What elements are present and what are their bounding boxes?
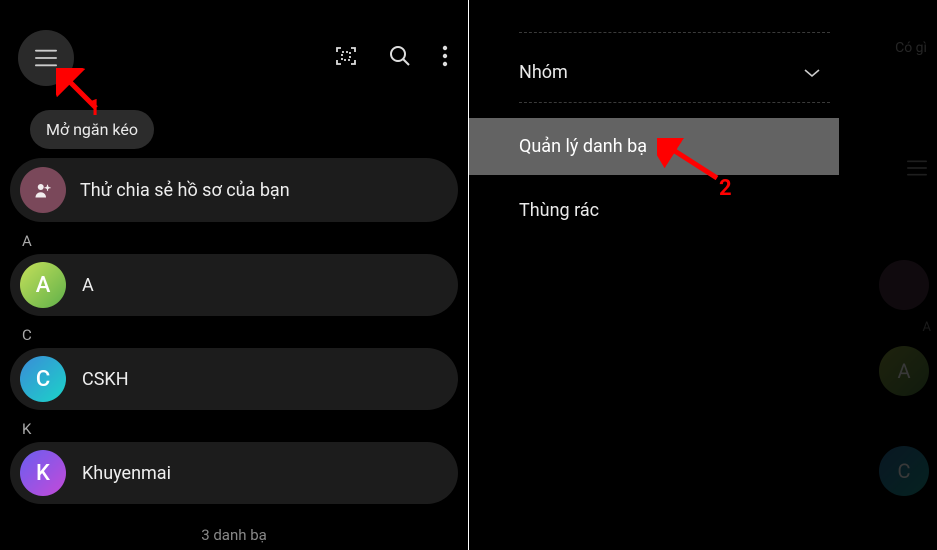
drawer-item-trash[interactable]: Thùng rác (469, 182, 839, 239)
bg-header-fragment: Có gì (839, 0, 937, 56)
search-icon (388, 44, 412, 68)
divider-dashed (519, 102, 830, 103)
bg-section-a: A (923, 320, 931, 335)
contact-avatar: K (20, 450, 66, 496)
profile-avatar-icon (20, 167, 66, 213)
drawer-label: Quản lý danh bạ (519, 136, 647, 157)
contact-name: A (82, 275, 94, 296)
bg-avatar-a: A (879, 346, 929, 396)
qr-icon (334, 44, 358, 68)
contact-name: CSKH (82, 369, 129, 390)
contact-row-k[interactable]: K Khuyenmai (10, 442, 458, 504)
background-screen-dimmed: Có gì A A C (839, 0, 937, 550)
drawer-label: Nhóm (519, 62, 568, 83)
contact-avatar: C (20, 356, 66, 402)
annotation-label-1: 1 (88, 96, 101, 121)
share-profile-label: Thử chia sẻ hồ sơ của bạn (80, 180, 290, 201)
drawer-screen: Có gì A A C Nhóm Quản lý danh bạ Thùng r… (469, 0, 937, 550)
contact-row-a[interactable]: A A (10, 254, 458, 316)
contact-count: 3 danh bạ (0, 526, 468, 544)
top-bar (0, 0, 468, 100)
divider-dashed (519, 32, 830, 33)
search-button[interactable] (388, 44, 412, 68)
drawer-label: Thùng rác (519, 200, 599, 221)
contact-row-c[interactable]: C CSKH (10, 348, 458, 410)
drawer-item-manage-contacts[interactable]: Quản lý danh bạ (469, 118, 839, 175)
more-icon (442, 45, 448, 67)
chevron-down-icon (804, 68, 820, 78)
hamburger-icon (35, 49, 57, 67)
more-button[interactable] (442, 45, 448, 67)
contacts-screen: Mở ngăn kéo 1 Thử chia sẻ hồ sơ của bạn … (0, 0, 468, 550)
annotation-label-2: 2 (719, 176, 732, 201)
section-header-a: A (22, 232, 32, 250)
drawer-item-groups[interactable]: Nhóm (519, 44, 830, 101)
share-profile-row[interactable]: Thử chia sẻ hồ sơ của bạn (10, 158, 458, 222)
contact-name: Khuyenmai (82, 463, 171, 484)
contact-avatar: A (20, 262, 66, 308)
bg-hamburger-icon (907, 160, 927, 180)
section-header-k: K (22, 420, 31, 438)
section-header-c: C (22, 326, 32, 344)
hamburger-button[interactable] (18, 30, 74, 86)
navigation-drawer: Nhóm Quản lý danh bạ Thùng rác 2 (469, 0, 839, 550)
bg-avatar-c: C (879, 446, 929, 496)
qr-scan-button[interactable] (334, 44, 358, 68)
bg-profile-avatar (879, 260, 929, 310)
